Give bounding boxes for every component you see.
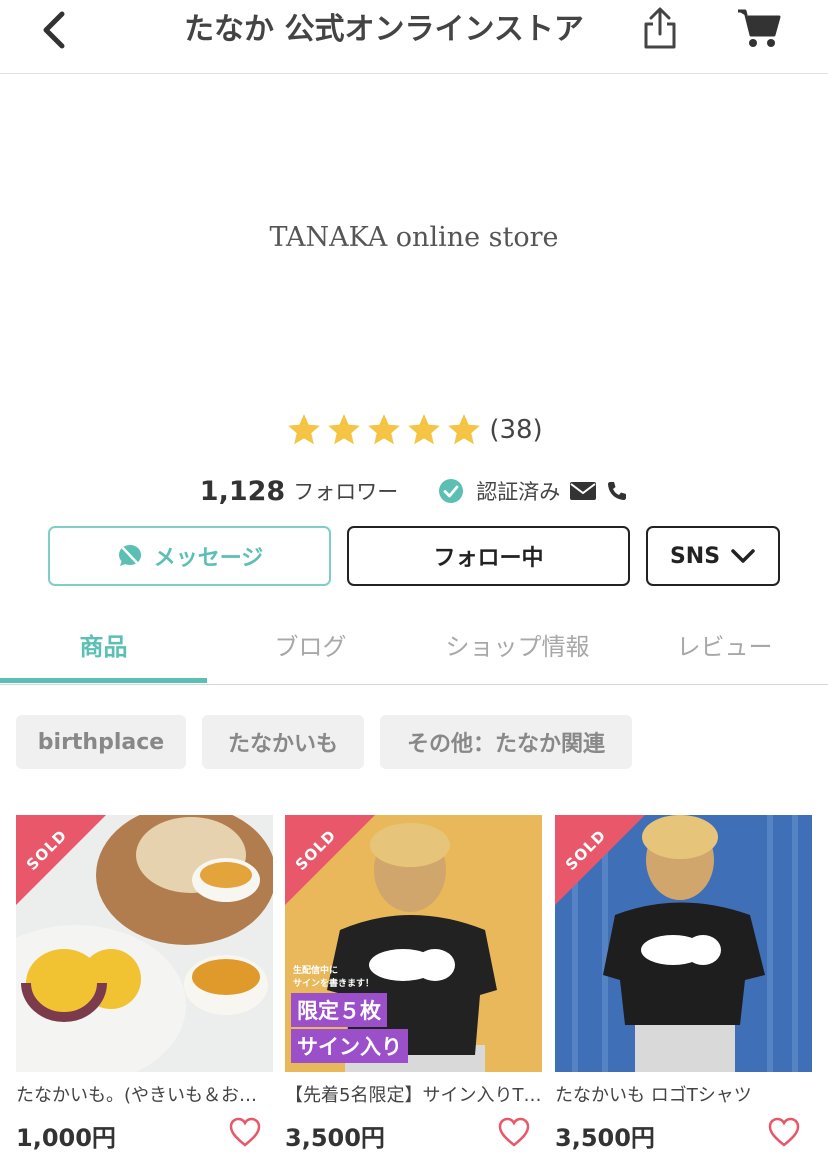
star-icon (448, 414, 481, 445)
star-icon (288, 414, 321, 445)
tab-shop-info[interactable]: ショップ情報 (414, 604, 621, 684)
heart-icon[interactable] (768, 1117, 800, 1147)
app-header: たなか 公式オンラインストア (0, 0, 828, 74)
message-label: メッセージ (153, 546, 264, 571)
store-stats: 1,128 フォロワー 認証済み (0, 470, 828, 512)
category-chip-tanakaimo[interactable]: たなかいも (202, 715, 364, 769)
chat-bubble-icon (116, 542, 144, 570)
cart-button[interactable] (732, 4, 786, 52)
tab-reviews[interactable]: レビュー (621, 604, 828, 684)
page-title: たなか 公式オンラインストア (184, 12, 584, 47)
sold-badge: SOLD (285, 815, 375, 905)
rating-count: (38) (489, 415, 543, 445)
star-icon (368, 414, 401, 445)
product-price: 3,500円 (555, 1124, 655, 1152)
product-price: 1,000円 (16, 1124, 116, 1152)
product-price: 3,500円 (285, 1124, 385, 1152)
follow-button[interactable]: フォロー中 (347, 526, 630, 586)
promo-line-1: 限定５枚 (291, 993, 387, 1027)
verified-check-icon (439, 479, 464, 503)
chevron-left-icon (43, 11, 65, 49)
heart-icon[interactable] (498, 1117, 530, 1147)
category-chip-other[interactable]: その他：たなか関連 (380, 715, 632, 769)
mail-icon (570, 482, 597, 500)
verified-label: 認証済み (476, 480, 561, 504)
message-button[interactable]: メッセージ (48, 526, 331, 586)
tab-products[interactable]: 商品 (0, 604, 207, 684)
followers-label: フォロワー (293, 480, 399, 504)
product-title: 【先着5名限定】サイン入りTシャツ (285, 1085, 542, 1106)
product-title: たなかいも ロゴTシャツ (555, 1085, 752, 1106)
category-chip-birthplace[interactable]: birthplace (16, 715, 186, 769)
share-button[interactable] (636, 4, 684, 52)
sns-label: SNS (669, 543, 721, 569)
product-card[interactable]: SOLD たなかいも。(やきいも＆お茶セット) 1,000円 (16, 815, 273, 1165)
store-tabs: 商品 ブログ ショップ情報 レビュー (0, 604, 828, 685)
active-tab-indicator (0, 678, 207, 683)
share-icon (644, 7, 676, 49)
star-icon (408, 414, 441, 445)
back-button[interactable] (30, 8, 78, 52)
followers-count: 1,128 (199, 475, 286, 507)
sold-badge: SOLD (16, 815, 106, 905)
phone-icon (606, 480, 628, 502)
product-card[interactable]: 生配信中に サインを書きます！ 限定５枚 サイン入り SOLD 【先着5名限定】… (285, 815, 542, 1165)
sns-dropdown[interactable]: SNS (646, 526, 780, 586)
cart-icon (738, 9, 781, 47)
sold-badge: SOLD (555, 815, 645, 905)
chevron-down-icon (730, 548, 756, 564)
star-icon (328, 414, 361, 445)
store-logo: TANAKA online store (269, 222, 559, 253)
heart-icon[interactable] (229, 1117, 261, 1147)
promo-note: 生配信中に サインを書きます！ (293, 966, 375, 989)
tab-blog[interactable]: ブログ (207, 604, 414, 684)
product-card[interactable]: SOLD たなかいも ロゴTシャツ 3,500円 (555, 815, 812, 1165)
promo-line-2: サイン入り (291, 1029, 408, 1063)
verified-status: 認証済み (438, 476, 628, 506)
follow-label: フォロー中 (433, 546, 544, 571)
store-rating[interactable]: (38) (0, 408, 828, 452)
product-title: たなかいも。(やきいも＆お茶セット) (16, 1085, 273, 1106)
